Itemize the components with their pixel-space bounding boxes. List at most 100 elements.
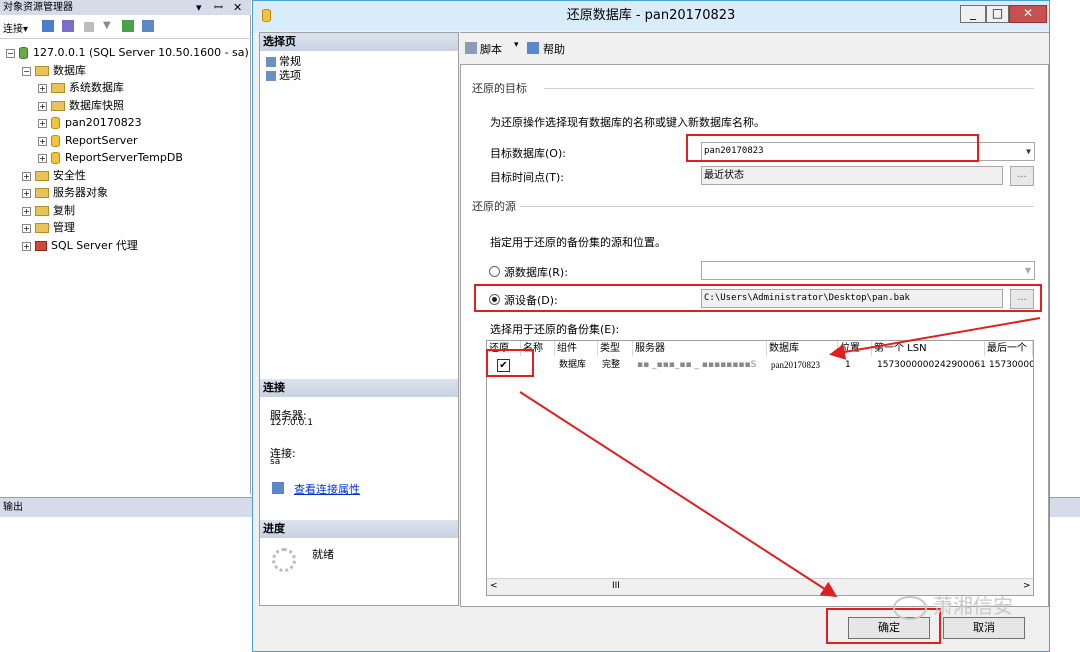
expand-icon[interactable]: + bbox=[22, 206, 31, 216]
output-title: 输出 bbox=[3, 502, 23, 513]
pin-icon[interactable]: ꟷ bbox=[214, 0, 223, 15]
col-header-type[interactable]: 类型 bbox=[598, 341, 633, 356]
view-connection-properties-link[interactable]: 查看连接属性 bbox=[294, 481, 360, 497]
tree-node[interactable]: + 数据库快照 bbox=[38, 97, 124, 114]
chevron-down-icon[interactable]: ▼ bbox=[1025, 262, 1031, 279]
tree-node-label: 服务器对象 bbox=[53, 186, 108, 199]
col-header-first-lsn[interactable]: 第一个 LSN bbox=[872, 341, 985, 356]
col-header-database[interactable]: 数据库 bbox=[767, 341, 838, 356]
expand-icon[interactable]: + bbox=[38, 136, 47, 146]
tree-node[interactable]: + 系统数据库 bbox=[38, 79, 124, 96]
connect-button[interactable]: 连接▾ bbox=[3, 20, 28, 35]
tree-node[interactable]: − 数据库 bbox=[22, 62, 86, 79]
source-database-radio[interactable] bbox=[489, 266, 500, 277]
tree-node-label: ReportServer bbox=[65, 134, 138, 147]
connect-db-icon[interactable] bbox=[42, 20, 54, 32]
script-dropdown-icon[interactable]: ▾ bbox=[514, 40, 519, 50]
tree-node[interactable]: + 复制 bbox=[22, 202, 75, 219]
object-explorer-title-bar: 对象资源管理器 ▾ ꟷ ✕ bbox=[0, 0, 251, 15]
page-options[interactable]: 选项 bbox=[266, 67, 301, 83]
wechat-icon bbox=[893, 595, 927, 620]
filter-icon[interactable]: ▼ bbox=[103, 20, 111, 31]
ok-button[interactable]: 确定 bbox=[848, 617, 930, 639]
progress-status: 就绪 bbox=[312, 548, 334, 561]
stop-icon[interactable] bbox=[84, 22, 94, 32]
cancel-button[interactable]: 取消 bbox=[943, 617, 1025, 639]
expand-icon[interactable]: + bbox=[22, 241, 31, 251]
connection-header: 连接 bbox=[260, 379, 458, 397]
page-icon bbox=[266, 71, 276, 81]
col-header-position[interactable]: 位置 bbox=[838, 341, 872, 356]
col-header-last-lsn[interactable]: 最后一个 bbox=[985, 341, 1033, 356]
scroll-thumb[interactable]: III bbox=[612, 581, 620, 591]
dialog-title: 还原数据库 - pan20170823 bbox=[566, 8, 736, 23]
activity-monitor-icon[interactable] bbox=[142, 20, 154, 32]
col-header-component[interactable]: 组件 bbox=[555, 341, 598, 356]
tree-node-label: 系统数据库 bbox=[69, 81, 124, 94]
progress-spinner-icon bbox=[272, 548, 296, 572]
source-database-combo[interactable]: ▼ bbox=[701, 261, 1035, 280]
database-icon bbox=[51, 117, 60, 129]
col-header-name[interactable]: 名称 bbox=[521, 341, 555, 356]
cell-last-lsn: 157300000 bbox=[989, 360, 1033, 370]
folder-icon bbox=[35, 188, 49, 198]
source-device-path[interactable]: C:\Users\Administrator\Desktop\pan.bak bbox=[701, 289, 1003, 308]
expand-icon[interactable]: + bbox=[38, 118, 47, 128]
collapse-icon[interactable]: − bbox=[6, 48, 15, 58]
restore-database-dialog: 还原数据库 - pan20170823 _ □ ✕ 选择页 常规 选项 连接 服… bbox=[252, 0, 1050, 652]
expand-icon[interactable]: + bbox=[22, 223, 31, 233]
target-time-field[interactable]: 最近状态 bbox=[701, 166, 1003, 185]
target-description: 为还原操作选择现有数据库的名称或键入新数据库名称。 bbox=[490, 116, 765, 129]
scroll-right-icon[interactable]: > bbox=[1023, 581, 1031, 591]
connection-properties-icon bbox=[272, 482, 284, 494]
folder-icon bbox=[35, 171, 49, 181]
target-time-ellipsis-button[interactable]: ... bbox=[1010, 166, 1034, 186]
tree-node[interactable]: − 127.0.0.1 (SQL Server 10.50.1600 - sa) bbox=[6, 44, 249, 61]
dialog-title-bar[interactable]: 还原数据库 - pan20170823 _ □ ✕ bbox=[253, 1, 1049, 31]
tree-node[interactable]: + pan20170823 bbox=[38, 114, 142, 131]
expand-icon[interactable]: + bbox=[22, 171, 31, 181]
sql-agent-icon bbox=[35, 241, 47, 251]
cell-server: ▪▪ _▪▪▪_▪▪ _ ▪▪▪▪▪▪▪▪S bbox=[637, 360, 757, 370]
expand-icon[interactable]: + bbox=[38, 153, 47, 163]
tree-node-label: 复制 bbox=[53, 204, 75, 217]
expand-icon[interactable]: + bbox=[38, 101, 47, 111]
disconnect-icon[interactable] bbox=[62, 20, 74, 32]
watermark: 萧湘信安 bbox=[893, 590, 1013, 620]
source-device-radio[interactable] bbox=[489, 294, 500, 305]
target-database-combo[interactable]: pan20170823 ▼ bbox=[701, 142, 1035, 161]
page-options-label: 选项 bbox=[279, 69, 301, 82]
folder-icon bbox=[35, 206, 49, 216]
chevron-down-icon[interactable]: ▼ bbox=[1026, 143, 1031, 160]
panel-menu-icon[interactable]: ▾ bbox=[196, 0, 202, 15]
minimize-button[interactable]: _ bbox=[960, 5, 986, 23]
tree-node[interactable]: + ReportServer bbox=[38, 132, 138, 149]
scroll-left-icon[interactable]: < bbox=[490, 581, 498, 591]
close-panel-icon[interactable]: ✕ bbox=[233, 0, 242, 15]
tree-node[interactable]: + 安全性 bbox=[22, 167, 86, 184]
source-device-ellipsis-button[interactable]: ... bbox=[1010, 289, 1034, 309]
refresh-icon[interactable] bbox=[122, 20, 134, 32]
tree-node[interactable]: + ReportServerTempDB bbox=[38, 149, 183, 166]
tree-node[interactable]: + 管理 bbox=[22, 219, 75, 236]
script-button[interactable]: 脚本 bbox=[480, 41, 502, 57]
col-header-server[interactable]: 服务器 bbox=[633, 341, 767, 356]
expand-icon[interactable]: + bbox=[22, 188, 31, 198]
tree-node-label: 数据库 bbox=[53, 64, 86, 77]
tree-node-label: 管理 bbox=[53, 221, 75, 234]
folder-icon bbox=[35, 223, 49, 233]
restore-target-group-title: 还原的目标 bbox=[472, 82, 527, 95]
tree-node[interactable]: + SQL Server 代理 bbox=[22, 237, 138, 254]
restore-checkbox[interactable]: ✔ bbox=[497, 359, 510, 372]
help-button[interactable]: 帮助 bbox=[543, 41, 565, 57]
maximize-button[interactable]: □ bbox=[986, 5, 1009, 23]
close-button[interactable]: ✕ bbox=[1009, 5, 1047, 23]
backup-sets-label: 选择用于还原的备份集(E): bbox=[490, 323, 620, 336]
collapse-icon[interactable]: − bbox=[22, 66, 31, 76]
expand-icon[interactable]: + bbox=[38, 83, 47, 93]
tree-node-label: ReportServerTempDB bbox=[65, 151, 183, 164]
script-icon bbox=[465, 42, 477, 54]
object-explorer-toolbar: 连接▾ ▼ bbox=[0, 17, 251, 39]
tree-node[interactable]: + 服务器对象 bbox=[22, 184, 108, 201]
col-header-restore[interactable]: 还原 bbox=[487, 341, 521, 356]
